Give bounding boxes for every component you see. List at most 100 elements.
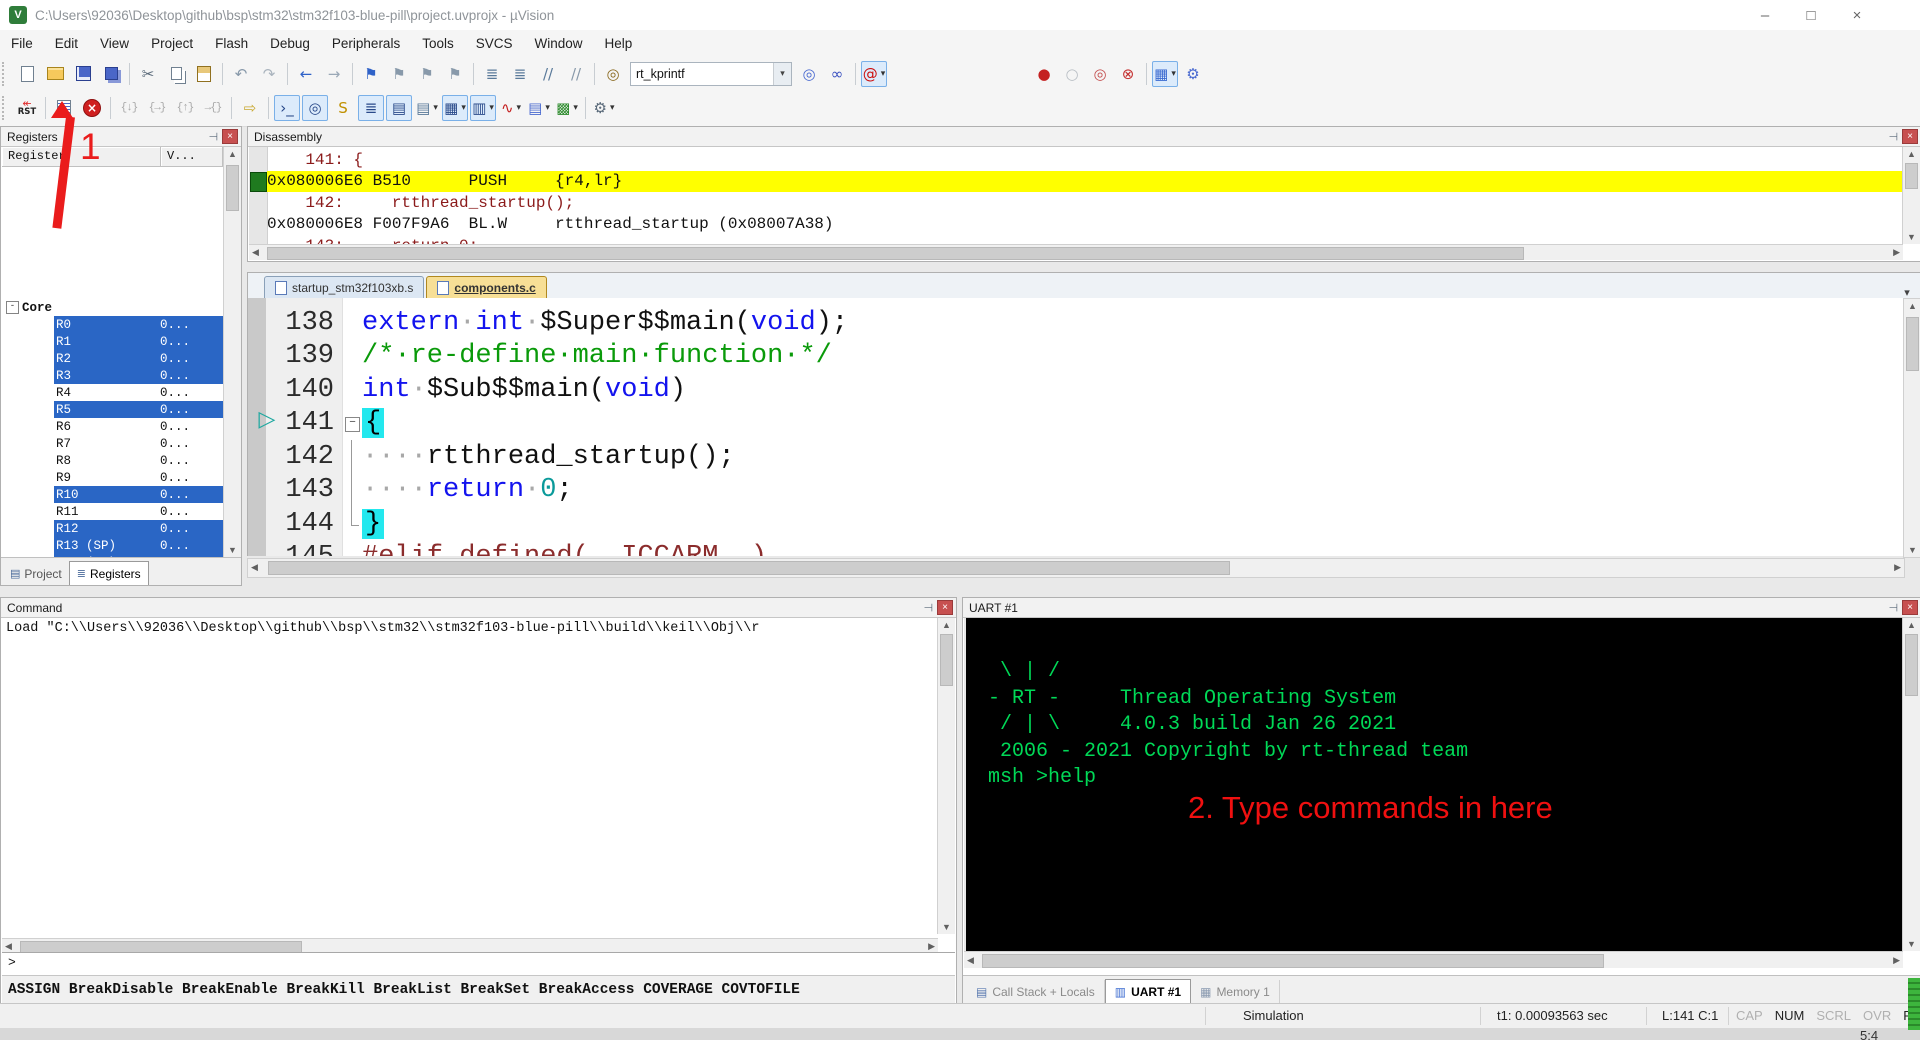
cut-button[interactable]: ✂	[135, 61, 161, 87]
incremental-find-button[interactable]: ∞	[824, 61, 850, 87]
save-button[interactable]	[70, 61, 96, 87]
scrollbar-thumb[interactable]	[226, 165, 239, 211]
disassembly-window-button[interactable]: ◎	[302, 95, 328, 121]
find-button[interactable]: ◎	[796, 61, 822, 87]
insert-remove-breakpoint-button[interactable]: ●	[1031, 61, 1057, 87]
bookmark-clear-all-button[interactable]: ⚑	[442, 61, 468, 87]
scroll-left-icon[interactable]: ◀	[967, 955, 974, 966]
open-file-button[interactable]	[42, 61, 68, 87]
register-row[interactable]: R10...	[2, 333, 223, 350]
reset-cpu-button[interactable]: ↞RST	[14, 95, 40, 121]
bottom-tab-uart-1[interactable]: ▥UART #1	[1105, 979, 1191, 1004]
register-row[interactable]: R70...	[2, 435, 223, 452]
registers-window-button[interactable]: ≣	[358, 95, 384, 121]
value-column-header[interactable]: V...	[161, 147, 223, 167]
menu-view[interactable]: View	[89, 30, 140, 57]
scroll-up-icon[interactable]: ▲	[1903, 620, 1920, 630]
bottom-tab-call-stack-locals[interactable]: ▤Call Stack + Locals	[967, 980, 1105, 1004]
minimize-button[interactable]: –	[1742, 1, 1788, 29]
menu-help[interactable]: Help	[594, 30, 644, 57]
close-panel-icon[interactable]: ×	[1902, 600, 1918, 615]
scroll-up-icon[interactable]: ▲	[1903, 149, 1920, 159]
pin-icon[interactable]: ⊤	[1887, 603, 1900, 613]
save-all-button[interactable]	[98, 61, 124, 87]
maximize-button[interactable]: □	[1788, 1, 1834, 29]
scroll-right-icon[interactable]: ▶	[928, 941, 935, 952]
scrollbar-thumb[interactable]	[1905, 634, 1918, 696]
scroll-down-icon[interactable]: ▼	[1904, 545, 1920, 555]
scroll-left-icon[interactable]: ◀	[5, 941, 12, 952]
chevron-down-icon[interactable]: ▾	[461, 103, 466, 113]
code-line[interactable]: 140int·$Sub$$main(void)	[248, 373, 1904, 407]
scrollbar-thumb[interactable]	[982, 954, 1604, 968]
menu-file[interactable]: File	[0, 30, 44, 57]
new-file-button[interactable]	[14, 61, 40, 87]
navigate-back-button[interactable]: ←	[293, 61, 319, 87]
start-stop-debug-session-button[interactable]: @▾	[861, 61, 887, 87]
system-viewer-button[interactable]: ▩▾	[554, 95, 580, 121]
menu-flash[interactable]: Flash	[204, 30, 259, 57]
stop-button[interactable]	[79, 95, 105, 121]
pin-icon[interactable]: ⊤	[207, 132, 220, 142]
chevron-down-icon[interactable]: ▾	[545, 103, 550, 113]
register-row[interactable]: R110...	[2, 503, 223, 520]
close-panel-icon[interactable]: ×	[937, 600, 953, 615]
command-input[interactable]: >	[2, 952, 955, 975]
chevron-down-icon[interactable]: ▾	[573, 103, 578, 113]
menu-peripherals[interactable]: Peripherals	[321, 30, 411, 57]
instruction-trace-window-button[interactable]: ▤▾	[526, 95, 552, 121]
configure-tools-button[interactable]: ⚙	[1180, 61, 1206, 87]
tree-expander-icon[interactable]: -	[6, 301, 19, 314]
find-in-files-button[interactable]: ◎	[600, 61, 626, 87]
menu-tools[interactable]: Tools	[411, 30, 465, 57]
chevron-down-icon[interactable]: ▾	[881, 69, 886, 79]
disassembly-vscrollbar[interactable]: ▲ ▼	[1902, 147, 1920, 244]
code-line[interactable]: 145#elif defined(__ICCARM__)	[248, 541, 1904, 557]
chevron-down-icon[interactable]: ▾	[773, 63, 791, 85]
close-panel-icon[interactable]: ×	[222, 129, 238, 144]
disable-all-breakpoints-button[interactable]: ◎	[1087, 61, 1113, 87]
register-row[interactable]: R120...	[2, 520, 223, 537]
menu-project[interactable]: Project	[140, 30, 204, 57]
scroll-left-icon[interactable]: ◀	[251, 562, 258, 573]
comment-selection-button[interactable]: //	[535, 61, 561, 87]
navigate-forward-button[interactable]: →	[321, 61, 347, 87]
bottom-tab-memory-1[interactable]: ▦Memory 1	[1191, 980, 1280, 1004]
command-window-button[interactable]: ›_	[274, 95, 300, 121]
chevron-down-icon[interactable]: ▾	[433, 103, 438, 113]
pin-icon[interactable]: ⊤	[922, 603, 935, 613]
indent-button[interactable]: ≣	[507, 61, 533, 87]
step-over-button[interactable]: {→}	[144, 95, 170, 121]
paste-button[interactable]	[191, 61, 217, 87]
register-row[interactable]: R80...	[2, 452, 223, 469]
search-combo-input[interactable]: rt_kprintf▾	[630, 62, 792, 86]
sidebar-tab-registers[interactable]: ≣Registers	[69, 561, 149, 585]
window-layouts-button[interactable]: ▦▾	[1152, 61, 1178, 87]
scrollbar-thumb[interactable]	[268, 561, 1230, 575]
logic-analyzer-button[interactable]: ∿▾	[498, 95, 524, 121]
serial-window-button[interactable]: ▥▾	[470, 95, 496, 121]
registers-scrollbar[interactable]: ▲ ▼	[223, 147, 241, 557]
scroll-up-icon[interactable]: ▲	[1904, 301, 1920, 311]
scrollbar-thumb[interactable]	[267, 247, 1524, 260]
register-row[interactable]: R20...	[2, 350, 223, 367]
scroll-right-icon[interactable]: ▶	[1894, 562, 1901, 573]
uart-hscrollbar[interactable]: ◀ ▶	[964, 951, 1903, 968]
scroll-up-icon[interactable]: ▲	[224, 149, 241, 159]
register-row[interactable]: R13 (SP)0...	[2, 537, 223, 554]
code-line[interactable]: 142····rtthread_startup();	[248, 440, 1904, 474]
command-output[interactable]: Load "C:\\Users\\92036\\Desktop\\github\…	[2, 618, 938, 934]
command-vscrollbar[interactable]: ▲ ▼	[937, 618, 955, 934]
scroll-down-icon[interactable]: ▼	[1903, 939, 1920, 949]
menu-debug[interactable]: Debug	[259, 30, 321, 57]
bookmark-toggle-button[interactable]: ⚑	[358, 61, 384, 87]
symbols-window-button[interactable]: S	[330, 95, 356, 121]
call-stack-window-button[interactable]: ▤	[386, 95, 412, 121]
disassembly-content[interactable]: 141: { 0x080006E6 B510 PUSH {r4,lr} 142:…	[249, 147, 1903, 244]
code-line[interactable]: 141−▷{	[248, 407, 1904, 441]
uncomment-selection-button[interactable]: //	[563, 61, 589, 87]
unindent-button[interactable]: ≣	[479, 61, 505, 87]
scrollbar-thumb[interactable]	[1906, 317, 1919, 371]
uart-vscrollbar[interactable]: ▲ ▼	[1902, 618, 1920, 951]
memory-window-button[interactable]: ▦▾	[442, 95, 468, 121]
